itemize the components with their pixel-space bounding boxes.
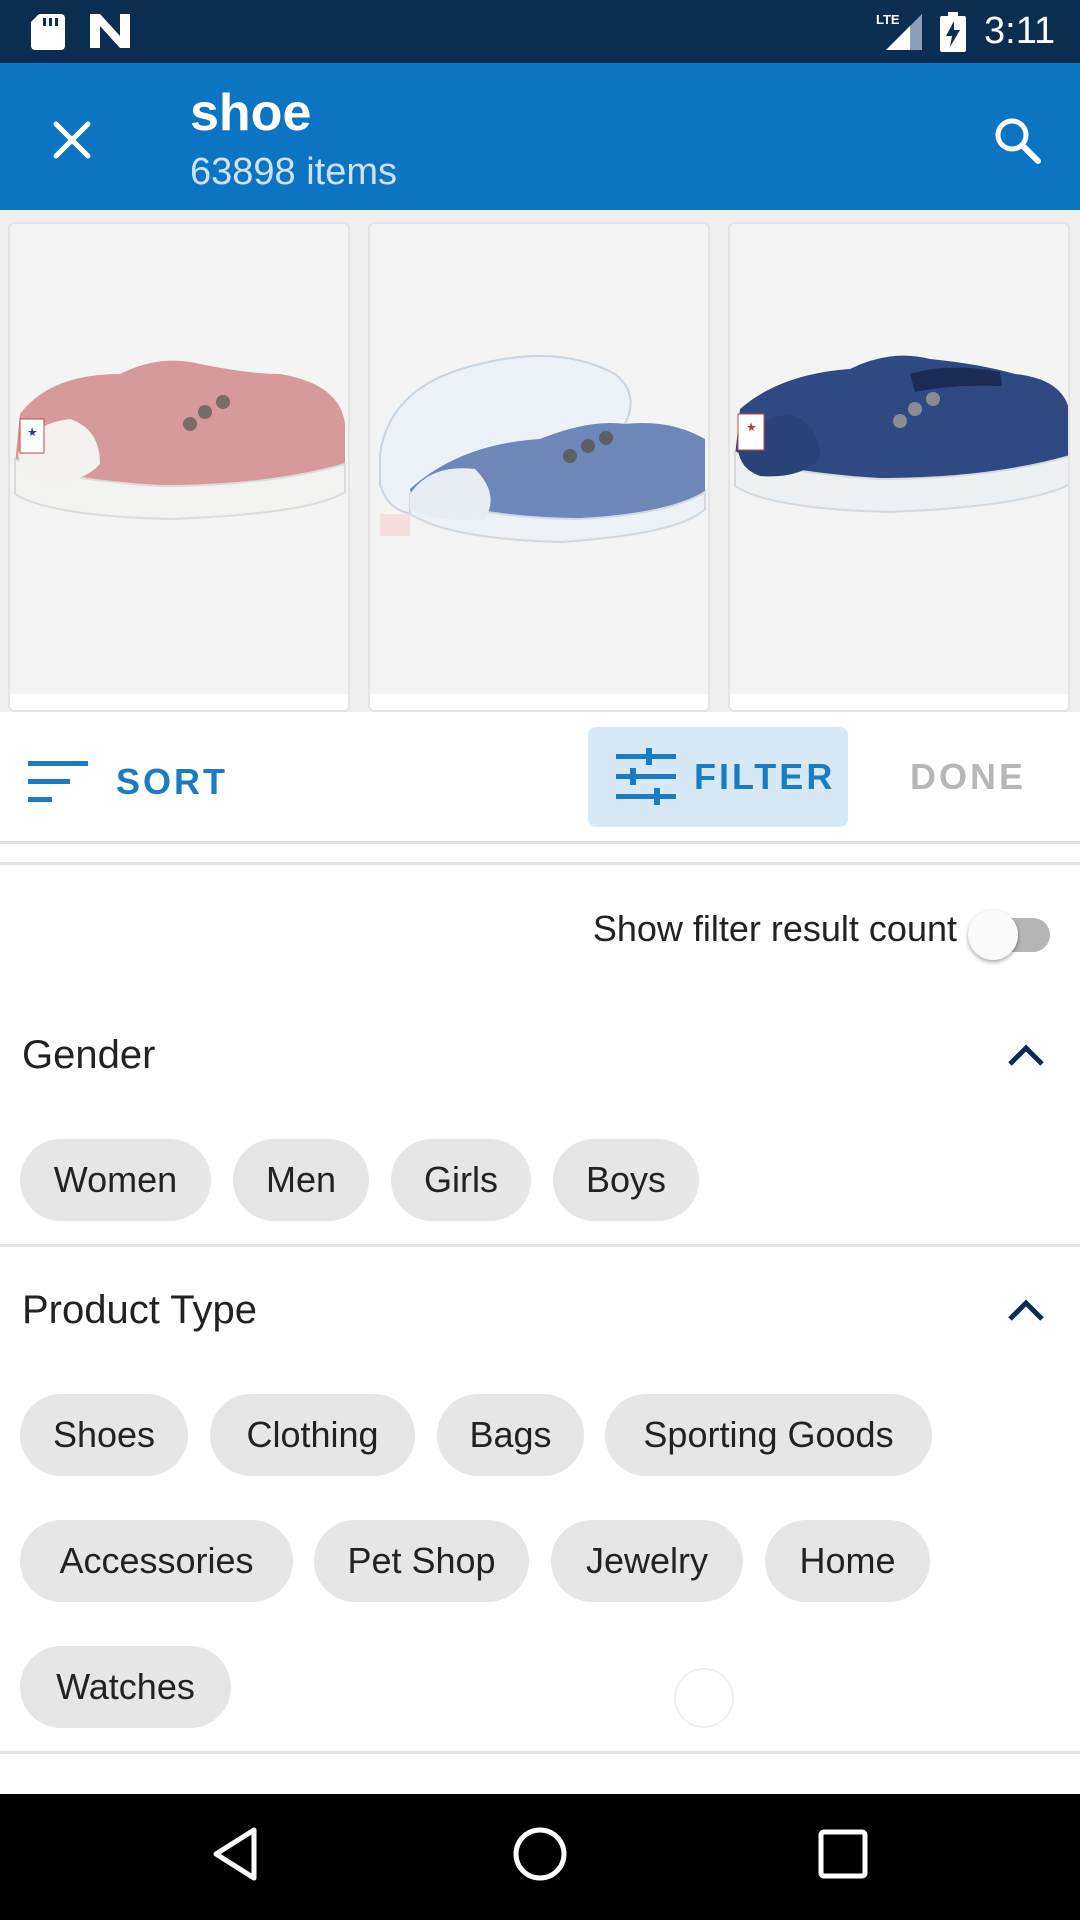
search-results-filter-screen: LTE 3:11 shoe 63898 items SORT FILTER DO…: [0, 0, 1080, 1920]
product-image: [370, 224, 708, 694]
search-icon: [995, 118, 1041, 164]
chip-type-shoes[interactable]: Shoes: [20, 1394, 188, 1476]
section-divider: [0, 1244, 1080, 1247]
lte-signal-icon: LTE: [876, 10, 924, 57]
result-count: 63898 items: [190, 151, 398, 193]
switch-thumb: [968, 910, 1018, 960]
touch-ripple: [674, 1668, 734, 1728]
n-notification-icon: [90, 14, 130, 53]
product-card[interactable]: [368, 222, 710, 712]
chip-type-home[interactable]: Home: [765, 1520, 930, 1602]
chip-type-accessories[interactable]: Accessories: [20, 1520, 293, 1602]
sort-button[interactable]: SORT: [28, 750, 228, 814]
system-navigation-bar: [0, 1794, 1080, 1920]
chip-type-watches[interactable]: Watches: [20, 1646, 231, 1728]
filter-button[interactable]: FILTER: [588, 727, 848, 827]
chip-gender-boys[interactable]: Boys: [553, 1139, 699, 1221]
product-card[interactable]: [8, 222, 350, 712]
back-triangle-icon[interactable]: [210, 1824, 260, 1884]
sd-card-icon: [31, 14, 65, 55]
clock: 3:11: [984, 10, 1056, 52]
done-button[interactable]: DONE: [910, 756, 1026, 798]
close-icon: [53, 121, 91, 159]
filter-count-toggle-label: Show filter result count: [592, 908, 957, 949]
product-image: [10, 224, 348, 694]
product-card-footer: [370, 694, 708, 710]
filter-label: FILTER: [694, 756, 836, 797]
divider: [0, 862, 1080, 865]
chip-gender-men[interactable]: Men: [233, 1139, 369, 1221]
search-query-title: shoe: [190, 84, 312, 142]
home-circle-icon[interactable]: [510, 1824, 570, 1884]
product-card-footer: [10, 694, 348, 710]
status-bar: LTE 3:11: [0, 0, 1080, 63]
search-button[interactable]: [985, 108, 1049, 172]
sort-label: SORT: [116, 761, 229, 802]
gender-section-title: Gender: [22, 1033, 156, 1077]
battery-charging-icon: [940, 12, 966, 57]
chevron-up-icon[interactable]: [1006, 1295, 1046, 1323]
recents-square-icon[interactable]: [815, 1824, 871, 1884]
chip-type-bags[interactable]: Bags: [437, 1394, 584, 1476]
product-carousel: [0, 210, 1080, 712]
section-divider: [0, 1751, 1080, 1754]
product-card-footer: [730, 694, 1068, 710]
close-button[interactable]: [40, 108, 104, 172]
sort-icon: [28, 761, 88, 802]
chip-type-jewelry[interactable]: Jewelry: [551, 1520, 743, 1602]
filter-sliders-icon: [616, 748, 676, 805]
chip-gender-girls[interactable]: Girls: [391, 1139, 531, 1221]
product-card[interactable]: [728, 222, 1070, 712]
chip-type-clothing[interactable]: Clothing: [210, 1394, 415, 1476]
filter-count-toggle-row: Show filter result count: [0, 890, 1080, 970]
product-type-section-title: Product Type: [22, 1288, 257, 1332]
app-bar: shoe 63898 items: [0, 63, 1080, 210]
filter-count-switch[interactable]: [968, 910, 1050, 960]
chip-gender-women[interactable]: Women: [20, 1139, 211, 1221]
network-type-label: LTE: [876, 12, 900, 27]
chip-type-pet-shop[interactable]: Pet Shop: [314, 1520, 529, 1602]
chip-type-sporting-goods[interactable]: Sporting Goods: [605, 1394, 932, 1476]
chevron-up-icon[interactable]: [1006, 1040, 1046, 1068]
sort-filter-toolbar: SORT FILTER DONE: [0, 712, 1080, 844]
product-image: [730, 224, 1068, 694]
